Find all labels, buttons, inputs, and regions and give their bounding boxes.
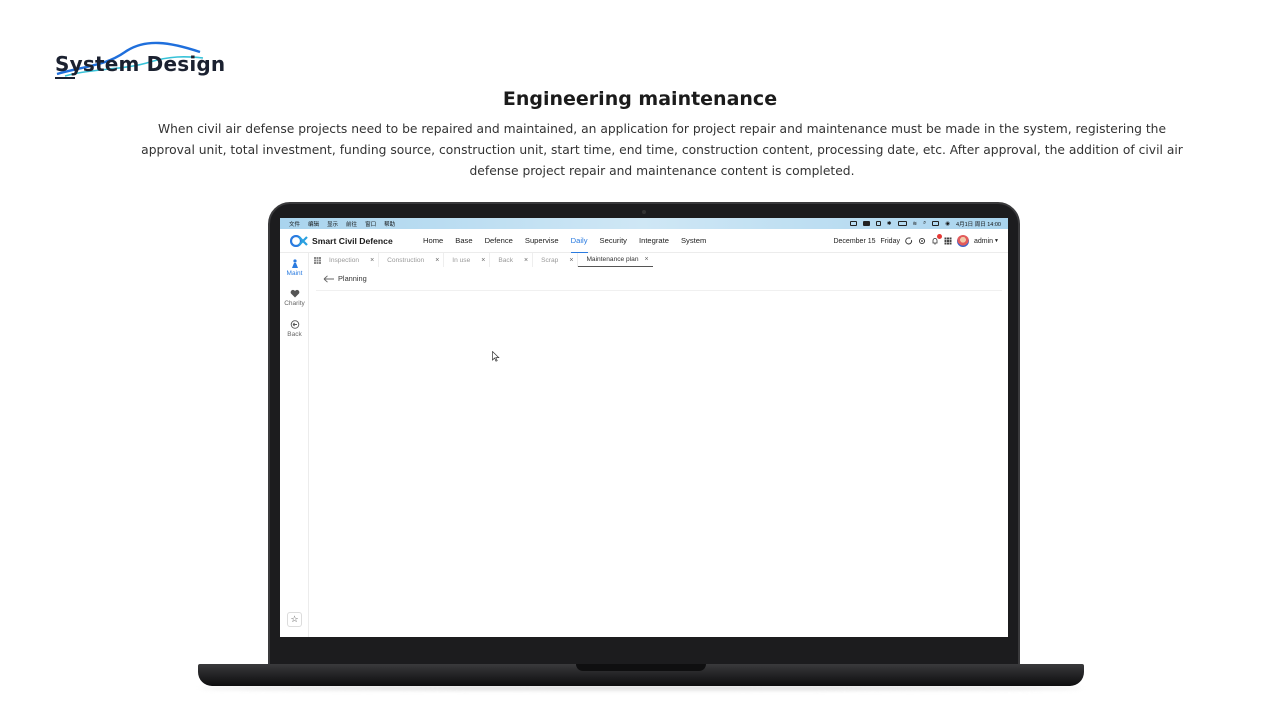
search-icon[interactable]: ⌕: [923, 220, 926, 227]
battery-icon[interactable]: [897, 221, 907, 226]
close-icon[interactable]: ×: [481, 257, 485, 264]
wifi-icon[interactable]: ≋: [913, 221, 918, 227]
siri-icon[interactable]: ◉: [945, 221, 950, 227]
main-nav: Home Base Defence Supervise Daily Securi…: [417, 229, 712, 253]
brand-underline: [55, 77, 75, 79]
close-icon[interactable]: ×: [370, 257, 374, 264]
heart-icon: [290, 289, 299, 298]
sidebar-item-label: Back: [287, 331, 302, 338]
mouse-cursor-icon: [492, 351, 500, 362]
menu-window[interactable]: 窗口: [365, 220, 376, 228]
app-header: Smart Civil Defence Home Base Defence Su…: [280, 229, 1008, 253]
menu-go[interactable]: 前往: [346, 220, 357, 228]
star-icon[interactable]: ☆: [287, 612, 302, 627]
laptop-notch: [576, 664, 706, 671]
header-weekday: Friday: [880, 237, 900, 245]
menubar-clock: 4月1日 周日 14:00: [956, 221, 1001, 228]
page-title: Engineering maintenance: [502, 88, 778, 110]
brand-logo: System Design: [55, 38, 225, 84]
content-divider: [316, 290, 1002, 291]
menu-edit[interactable]: 编辑: [308, 220, 319, 228]
app-logo-icon: [290, 235, 308, 247]
brand-title: System Design: [55, 52, 226, 76]
sidebar-item-charity[interactable]: Charity: [280, 289, 309, 307]
nav-supervise[interactable]: Supervise: [519, 229, 565, 253]
page-description: When civil air defense projects need to …: [141, 122, 1183, 178]
refresh-icon[interactable]: [905, 237, 913, 245]
menu-file[interactable]: 文件: [289, 220, 300, 228]
sidebar-item-label: Charity: [284, 300, 305, 307]
nav-system[interactable]: System: [675, 229, 712, 253]
arrow-left-icon[interactable]: [323, 274, 335, 283]
keyboard-icon[interactable]: [862, 221, 870, 226]
control-center-icon[interactable]: [932, 221, 940, 226]
close-icon[interactable]: ×: [435, 257, 439, 264]
tab-label: In use: [452, 256, 471, 264]
menubar-status: ✱ ≋ ⌕ ◉ 4月1日 周日 14:00: [849, 218, 1001, 229]
display-icon[interactable]: [849, 221, 857, 226]
tab-back[interactable]: Back ×: [490, 253, 534, 267]
chevron-down-icon[interactable]: ▼: [994, 238, 999, 244]
tab-label: Construction: [387, 256, 425, 264]
tab-label: Scrap: [541, 256, 559, 264]
tab-inspection[interactable]: Inspection ×: [321, 253, 380, 267]
nav-daily[interactable]: Daily: [565, 229, 594, 253]
camera-icon: [642, 210, 646, 214]
nav-base[interactable]: Base: [449, 229, 478, 253]
worker-icon: [291, 259, 298, 268]
user-name[interactable]: admin: [974, 238, 993, 245]
nav-security[interactable]: Security: [594, 229, 633, 253]
apps-grid-icon[interactable]: [944, 237, 952, 245]
tab-construction[interactable]: Construction ×: [379, 253, 445, 267]
laptop-screen: 文件 编辑 显示 前往 窗口 帮助 ✱ ≋ ⌕ ◉ 4月1日 周日 14:00 …: [280, 218, 1008, 637]
tab-bar: Inspection × Construction × In use × Back × …: [309, 253, 1008, 267]
menu-view[interactable]: 显示: [327, 220, 338, 228]
back-circle-icon: [290, 320, 299, 329]
laptop-shadow: [200, 686, 1082, 690]
breadcrumb: Planning: [323, 274, 367, 283]
tab-scrap[interactable]: Scrap ×: [533, 253, 579, 267]
bell-icon[interactable]: [931, 234, 942, 245]
close-icon[interactable]: ×: [524, 257, 528, 264]
os-menubar: 文件 编辑 显示 前往 窗口 帮助 ✱ ≋ ⌕ ◉ 4月1日 周日 14:00: [280, 218, 1008, 229]
breadcrumb-title: Planning: [338, 274, 367, 283]
nav-home[interactable]: Home: [417, 229, 449, 253]
header-tools: December 15 Friday admin ▼: [833, 229, 999, 253]
input-icon[interactable]: [875, 221, 881, 226]
close-icon[interactable]: ×: [645, 256, 649, 263]
notification-badge: [936, 234, 942, 239]
bluetooth-icon[interactable]: ✱: [887, 221, 892, 227]
sidebar-item-maint[interactable]: Maint: [280, 259, 309, 277]
gear-icon[interactable]: [918, 237, 926, 245]
grid-icon[interactable]: [314, 256, 321, 264]
tab-maintenance-plan[interactable]: Maintenance plan ×: [578, 253, 653, 267]
close-icon[interactable]: ×: [569, 257, 573, 264]
tab-in-use[interactable]: In use ×: [444, 253, 491, 267]
avatar[interactable]: [956, 235, 969, 247]
menu-help[interactable]: 帮助: [384, 220, 395, 228]
sidebar: Maint Charity Back ☆: [280, 253, 309, 637]
nav-integrate[interactable]: Integrate: [633, 229, 675, 253]
header-date: December 15: [833, 237, 876, 245]
tab-label: Back: [498, 256, 514, 264]
sidebar-item-label: Maint: [286, 270, 303, 277]
tab-label: Inspection: [329, 256, 360, 264]
app-name: Smart Civil Defence: [312, 236, 393, 246]
nav-defence[interactable]: Defence: [479, 229, 519, 253]
sidebar-item-back[interactable]: Back: [280, 320, 309, 338]
tab-label: Maintenance plan: [586, 256, 639, 263]
